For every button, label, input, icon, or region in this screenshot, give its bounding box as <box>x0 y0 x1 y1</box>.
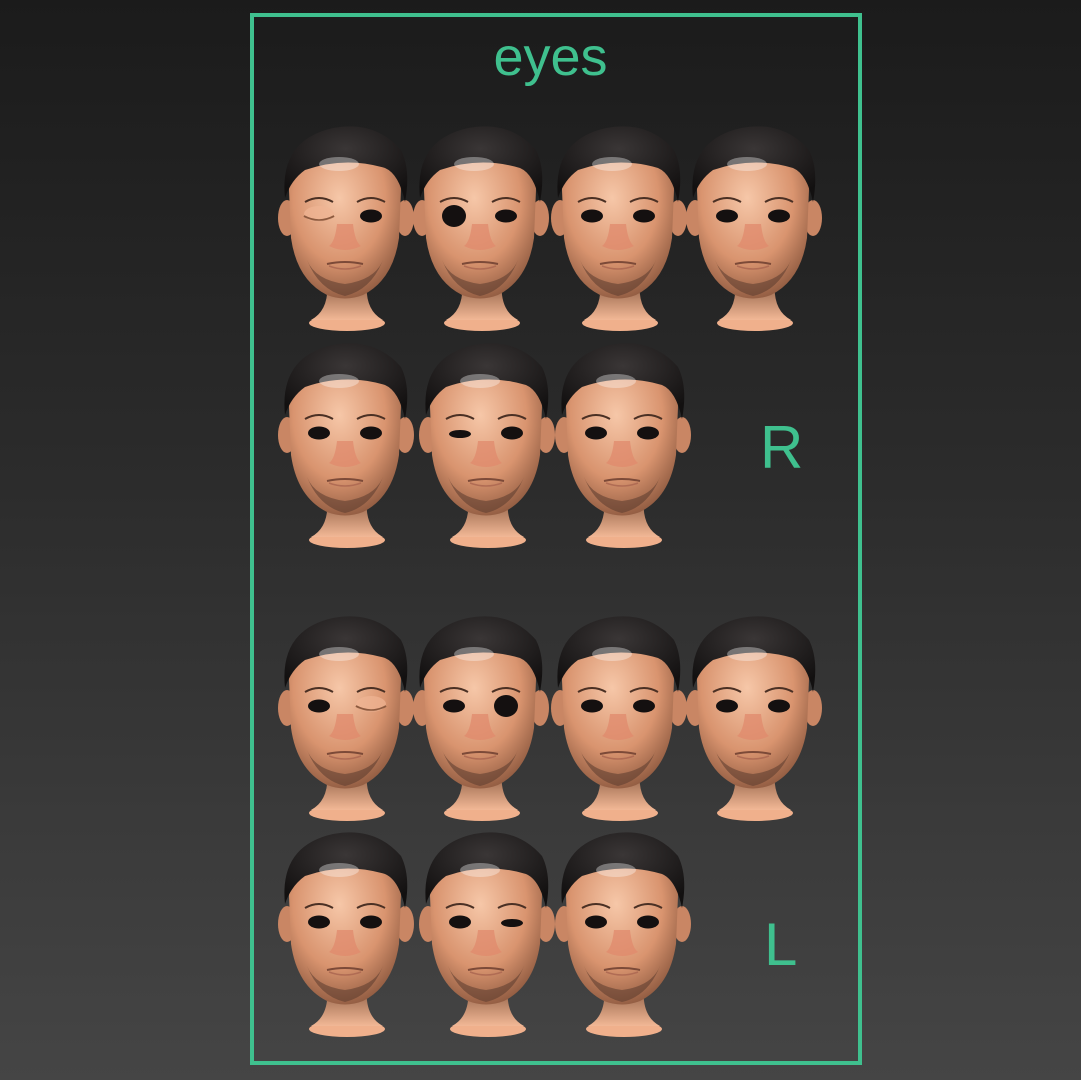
head-r-3[interactable] <box>548 120 688 335</box>
panel-title: eyes <box>493 27 608 87</box>
head-r-1[interactable] <box>275 120 415 335</box>
head-r-2[interactable] <box>410 120 550 335</box>
head-l-3[interactable] <box>548 610 688 825</box>
head-l-5[interactable] <box>275 826 415 1041</box>
head-r-6[interactable] <box>416 337 556 552</box>
head-r-7[interactable] <box>552 337 692 552</box>
group-label-r: R <box>760 414 804 481</box>
head-l-1[interactable] <box>275 610 415 825</box>
viewport: eyes R L <box>0 0 1081 1080</box>
head-l-7[interactable] <box>552 826 692 1041</box>
head-l-2[interactable] <box>410 610 550 825</box>
head-l-6[interactable] <box>416 826 556 1041</box>
head-l-4[interactable] <box>683 610 823 825</box>
group-label-l: L <box>764 911 798 978</box>
head-r-5[interactable] <box>275 337 415 552</box>
head-r-4[interactable] <box>683 120 823 335</box>
